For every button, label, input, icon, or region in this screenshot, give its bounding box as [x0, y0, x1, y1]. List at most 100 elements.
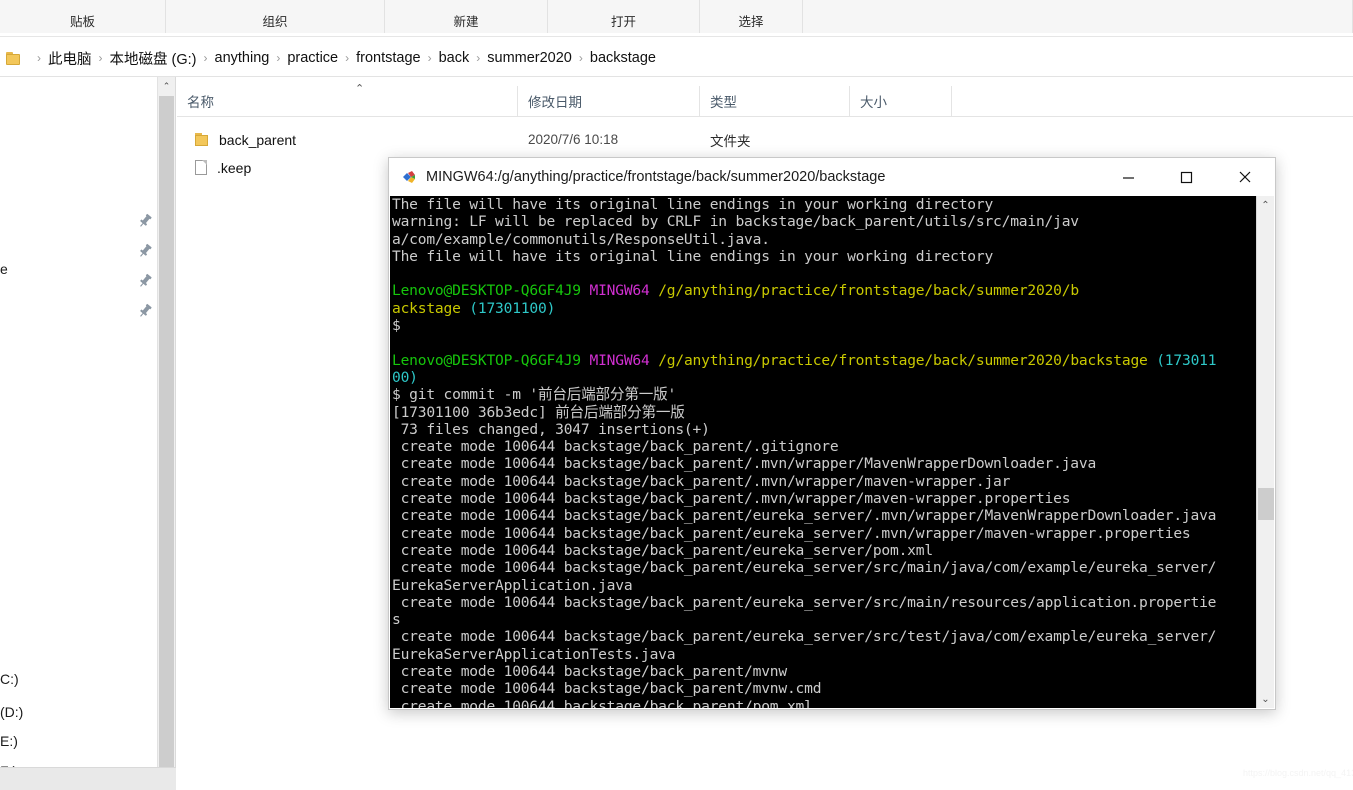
breadcrumb-item-6[interactable]: summer2020 — [487, 50, 572, 66]
terminal-text-segment: create mode 100644 backstage/back_parent… — [392, 455, 1097, 473]
ribbon-group-新建[interactable]: 新建 — [385, 0, 548, 33]
breadcrumb-item-0[interactable]: 此电脑 — [48, 48, 92, 69]
breadcrumb-item-1[interactable]: 本地磁盘 (G:) — [110, 48, 197, 69]
terminal-text-segment: Lenovo@DESKTOP-Q6GF4J9 — [392, 282, 581, 300]
breadcrumb-item-3[interactable]: practice — [287, 50, 338, 66]
terminal-text-segment: (173011 — [1156, 351, 1217, 369]
breadcrumb-separator-icon: › — [37, 51, 41, 65]
terminal-text-segment: MINGW64 — [589, 282, 650, 300]
table-row[interactable]: back_parent 2020/7/6 10:18 文件夹 — [177, 126, 1353, 153]
ribbon-group-组织[interactable]: 组织 — [166, 0, 385, 33]
nav-item-label-0[interactable]: e — [0, 261, 8, 277]
ribbon-toolbar: 贴板 组织 新建 打开 选择 — [0, 0, 1353, 34]
nav-scrollbar[interactable]: ⌃ — [158, 77, 176, 771]
terminal-line: Lenovo@DESKTOP-Q6GF4J9 MINGW64 /g/anythi… — [392, 282, 1216, 299]
breadcrumb-item-7[interactable]: backstage — [590, 50, 656, 66]
terminal-title-bar[interactable]: MINGW64:/g/anything/practice/frontstage/… — [389, 158, 1275, 196]
terminal-line: create mode 100644 backstage/back_parent… — [392, 455, 1216, 472]
terminal-text-segment: create mode 100644 backstage/back_parent… — [392, 438, 839, 456]
terminal-text-segment: Lenovo@DESKTOP-Q6GF4J9 — [392, 351, 581, 369]
terminal-scrollbar-thumb[interactable] — [1258, 488, 1274, 520]
maximize-icon[interactable] — [1157, 158, 1215, 196]
terminal-output-area[interactable]: The file will have its original line end… — [390, 196, 1274, 708]
ribbon-group-list: 贴板 组织 新建 打开 选择 — [0, 0, 1353, 33]
terminal-text-segment: a/com/example/commonutils/ResponseUtil.j… — [392, 230, 770, 248]
pin-icon-column — [136, 212, 158, 332]
nav-item-label-1[interactable]: C:) — [0, 671, 19, 687]
breadcrumb-separator-icon: › — [345, 51, 350, 65]
terminal-line: a/com/example/commonutils/ResponseUtil.j… — [392, 231, 1216, 248]
terminal-line: create mode 100644 backstage/back_parent… — [392, 473, 1216, 490]
status-strip — [0, 767, 1353, 790]
breadcrumb-item-2[interactable]: anything — [215, 50, 270, 66]
column-header-大小[interactable]: 大小 — [850, 86, 952, 116]
mingw64-terminal-window[interactable]: MINGW64:/g/anything/practice/frontstage/… — [388, 157, 1276, 710]
terminal-text-segment: create mode 100644 backstage/back_parent… — [392, 593, 1217, 611]
terminal-scroll-up-icon[interactable]: ⌃ — [1257, 196, 1274, 214]
terminal-text-segment: create mode 100644 backstage/back_parent… — [392, 472, 1011, 490]
terminal-line: create mode 100644 backstage/back_parent… — [392, 542, 1216, 559]
address-bar[interactable]: › 此电脑 › 本地磁盘 (G:) › anything › practice › frontst… — [0, 40, 1353, 76]
column-header-类型[interactable]: 类型 — [700, 86, 850, 116]
terminal-line: Lenovo@DESKTOP-Q6GF4J9 MINGW64 /g/anythi… — [392, 351, 1217, 369]
nav-item-label-2[interactable]: (D:) — [0, 704, 23, 720]
ribbon-group-打开[interactable]: 打开 — [548, 0, 700, 33]
nav-scroll-up-icon[interactable]: ⌃ — [158, 77, 175, 95]
navigation-pane[interactable]: eC:)(D:)E:)F:) — [0, 77, 158, 779]
ribbon-group-选择[interactable]: 选择 — [700, 0, 803, 33]
column-header-修改日期[interactable]: 修改日期 — [518, 86, 700, 116]
terminal-line: $ — [392, 317, 1216, 334]
terminal-line: create mode 100644 backstage/back_parent… — [392, 525, 1216, 542]
column-header-名称[interactable]: 名称 ⌃ — [177, 83, 518, 116]
terminal-scroll-down-icon[interactable]: ⌄ — [1257, 690, 1274, 708]
breadcrumb-separator-icon: › — [578, 51, 583, 65]
breadcrumb-item-5[interactable]: back — [439, 50, 470, 66]
breadcrumb-separator-icon: › — [98, 51, 103, 65]
column-header-label: 修改日期 — [528, 95, 582, 110]
breadcrumb: › 此电脑 › 本地磁盘 (G:) › anything › practice › frontst… — [30, 48, 656, 69]
ribbon-group-empty — [803, 0, 1353, 33]
status-strip-left — [0, 767, 176, 790]
pin-icon[interactable] — [136, 272, 154, 290]
breadcrumb-separator-icon: › — [427, 51, 432, 65]
terminal-line: s — [392, 611, 1216, 628]
column-header-label: 大小 — [860, 95, 887, 110]
ribbon-group-label: 选择 — [738, 15, 764, 29]
terminal-text-segment: EurekaServerApplication.java — [392, 576, 633, 594]
ribbon-group-贴板[interactable]: 贴板 — [0, 0, 166, 33]
file-date-cell: 2020/7/6 10:18 — [528, 132, 619, 147]
terminal-text-segment: The file will have its original line end… — [392, 247, 994, 265]
terminal-text-segment: create mode 100644 backstage/back_parent… — [392, 697, 813, 708]
file-icon — [195, 160, 207, 175]
breadcrumb-separator-icon: › — [476, 51, 481, 65]
pin-icon[interactable] — [136, 302, 154, 320]
pin-icon[interactable] — [136, 212, 154, 230]
terminal-text-segment: create mode 100644 backstage/back_parent… — [392, 541, 934, 559]
terminal-line: create mode 100644 backstage/back_parent… — [392, 507, 1217, 524]
close-icon[interactable] — [1215, 158, 1275, 196]
nav-item-label-3[interactable]: E:) — [0, 733, 18, 749]
column-header-row: 名称 ⌃ 修改日期 类型 大小 — [177, 83, 1353, 116]
terminal-scrollbar[interactable]: ⌃ ⌄ — [1256, 196, 1274, 708]
pin-icon[interactable] — [136, 242, 154, 260]
terminal-text-segment: EurekaServerApplicationTests.java — [392, 645, 676, 663]
ribbon-group-label: 打开 — [610, 15, 636, 29]
file-name-cell: .keep — [217, 159, 252, 176]
terminal-text-segment: 73 files changed, 3047 insertions(+) — [392, 420, 710, 438]
terminal-text-segment: ackstage — [392, 299, 461, 317]
nav-scrollbar-thumb[interactable] — [159, 96, 174, 771]
minimize-icon[interactable] — [1099, 158, 1157, 196]
column-header-border — [177, 116, 1353, 117]
terminal-text-segment: s — [392, 611, 401, 629]
terminal-line: ackstage (17301100) — [392, 300, 1216, 317]
breadcrumb-item-4[interactable]: frontstage — [356, 50, 421, 66]
terminal-line: 73 files changed, 3047 insertions(+) — [392, 421, 1216, 438]
terminal-text-segment: MINGW64 — [589, 351, 650, 369]
terminal-line: create mode 100644 backstage/back_parent… — [392, 593, 1217, 611]
ribbon-group-label: 新建 — [453, 15, 479, 29]
terminal-title: MINGW64:/g/anything/practice/frontstage/… — [426, 169, 886, 185]
